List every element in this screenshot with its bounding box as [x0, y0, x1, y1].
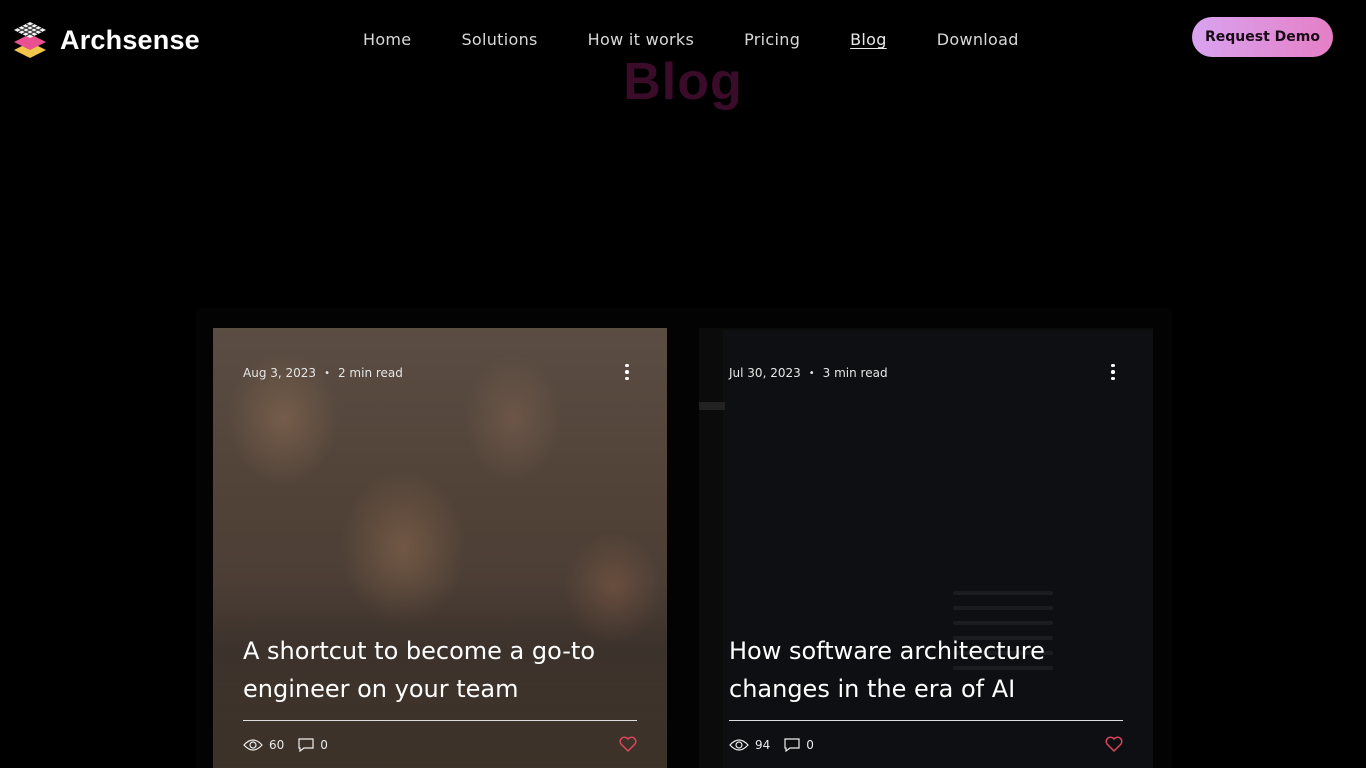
post-card[interactable]: Aug 3, 2023 • 2 min read A shortcut to b… — [213, 328, 667, 768]
views-count: 94 — [755, 738, 771, 752]
comment-icon — [784, 738, 800, 752]
nav-pricing[interactable]: Pricing — [719, 30, 825, 49]
views-stat: 60 — [243, 738, 284, 752]
more-options-icon[interactable] — [617, 362, 637, 382]
request-demo-button[interactable]: Request Demo — [1192, 17, 1333, 57]
post-date: Aug 3, 2023 — [243, 366, 317, 380]
logo-icon — [14, 22, 46, 58]
brand-logo[interactable]: Archsense — [12, 20, 200, 60]
meta-separator: • — [808, 367, 815, 379]
post-divider — [243, 720, 637, 721]
nav-download[interactable]: Download — [912, 30, 1044, 49]
post-stats: 94 0 — [729, 738, 814, 752]
post-title[interactable]: How software architecture changes in the… — [729, 632, 1123, 708]
comments-stat[interactable]: 0 — [784, 738, 814, 752]
nav-solutions[interactable]: Solutions — [436, 30, 562, 49]
views-count: 60 — [269, 738, 285, 752]
meta-separator: • — [324, 367, 330, 379]
views-stat: 94 — [729, 738, 770, 752]
post-divider — [729, 720, 1123, 721]
brand-name: Archsense — [60, 24, 200, 55]
eye-icon — [729, 739, 749, 751]
post-stats: 60 0 — [243, 738, 328, 752]
post-date: Jul 30, 2023 — [729, 366, 801, 380]
heart-icon[interactable] — [619, 736, 637, 752]
nav-blog[interactable]: Blog — [825, 30, 912, 49]
more-options-icon[interactable] — [1103, 362, 1123, 382]
nav-home[interactable]: Home — [338, 30, 436, 49]
post-card[interactable]: Jul 30, 2023 • 3 min read How software a… — [699, 328, 1153, 768]
site-header: Archsense Home Solutions How it works Pr… — [0, 0, 1366, 84]
post-meta: Aug 3, 2023 • 2 min read — [243, 366, 403, 380]
main-nav: Home Solutions How it works Pricing Blog… — [338, 30, 1044, 49]
post-read-time: 3 min read — [822, 366, 888, 380]
post-meta: Jul 30, 2023 • 3 min read — [729, 366, 888, 380]
heart-icon[interactable] — [1105, 736, 1123, 752]
comment-icon — [298, 738, 314, 752]
comments-count: 0 — [320, 738, 328, 752]
comments-count: 0 — [806, 738, 814, 752]
comments-stat[interactable]: 0 — [298, 738, 328, 752]
post-read-time: 2 min read — [337, 366, 403, 380]
nav-how-it-works[interactable]: How it works — [563, 30, 719, 49]
post-title[interactable]: A shortcut to become a go-to engineer on… — [243, 632, 637, 708]
eye-icon — [243, 739, 263, 751]
